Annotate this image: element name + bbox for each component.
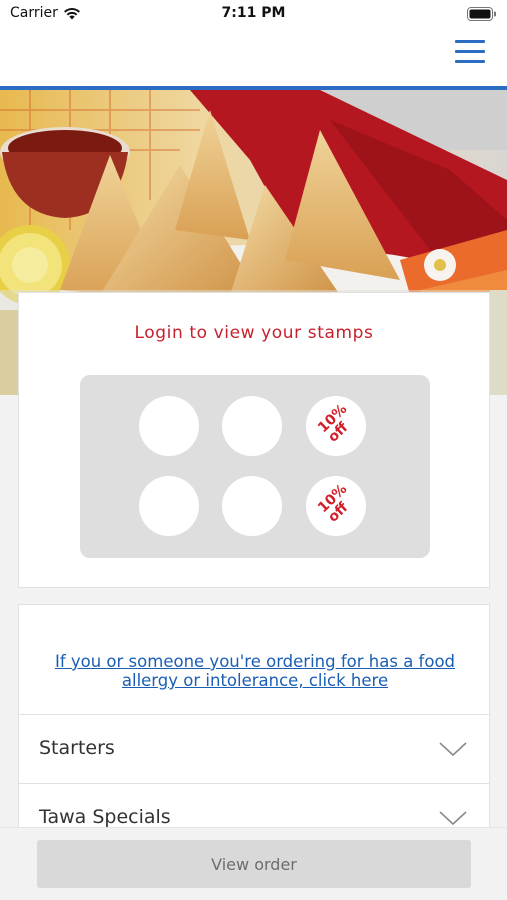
allergy-link-line-1: If you or someone you're ordering for ha…: [54, 652, 456, 671]
reward-stamp: 10% off: [306, 396, 366, 456]
category-label: Starters: [39, 737, 115, 759]
allergy-link-line-2: allergy or intolerance, click here: [121, 671, 389, 690]
view-order-button[interactable]: View order: [37, 840, 471, 888]
menu-category-starters[interactable]: Starters: [19, 714, 489, 784]
app-screen: Carrier 7:11 PM Login to view your stamp…: [0, 0, 507, 900]
status-time: 7:11 PM: [221, 5, 286, 21]
stamp-card: Login to view your stamps 10% off 10% of…: [18, 292, 490, 588]
chevron-down-icon: [439, 742, 467, 757]
reward-stamp: 10% off: [306, 476, 366, 536]
menu-card: If you or someone you're ordering for ha…: [18, 604, 490, 844]
stamp-slot: [222, 396, 282, 456]
allergy-info-link[interactable]: If you or someone you're ordering for ha…: [29, 652, 481, 690]
stamp-slot: [139, 396, 199, 456]
hamburger-menu-icon[interactable]: [455, 40, 485, 68]
stamp-grid: 10% off 10% off: [80, 375, 430, 558]
status-bar: Carrier 7:11 PM: [0, 0, 507, 28]
battery-icon: [467, 7, 497, 25]
chevron-down-icon: [439, 811, 467, 826]
category-label: Tawa Specials: [39, 806, 171, 828]
stamp-slot: [222, 476, 282, 536]
order-bar: View order: [0, 827, 507, 900]
stamp-slot: [139, 476, 199, 536]
navigation-bar: [0, 28, 507, 86]
stamps-login-prompt[interactable]: Login to view your stamps: [19, 323, 489, 343]
